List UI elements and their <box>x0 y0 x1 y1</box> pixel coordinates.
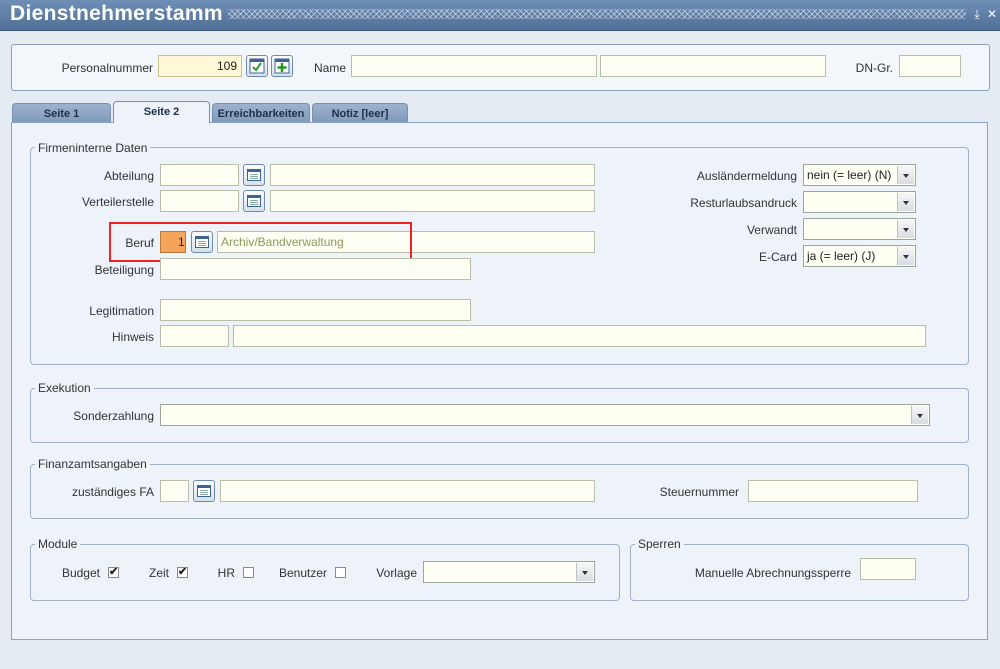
calendar-icon <box>247 169 261 181</box>
manuelle-abrechnungssperre-input[interactable] <box>860 558 916 580</box>
budget-label: Budget <box>61 566 100 580</box>
hr-label: HR <box>217 566 235 580</box>
auslaendermeldung-select[interactable]: nein (= leer) (N) <box>803 164 916 186</box>
personalnummer-input[interactable]: 109 <box>158 55 242 77</box>
title-bar-pattern <box>228 9 966 19</box>
name-first-input[interactable] <box>351 55 597 77</box>
ecard-select[interactable]: ja (= leer) (J) <box>803 245 916 267</box>
calendar-icon <box>197 485 211 497</box>
calendar-icon <box>247 195 261 207</box>
chevron-down-icon <box>576 563 593 581</box>
zeit-label: Zeit <box>148 566 169 580</box>
zustaendiges-fa-label: zuständiges FA <box>71 485 154 499</box>
chevron-down-icon <box>897 220 914 238</box>
window-title: Dienstnehmerstamm <box>10 2 223 25</box>
name-last-input[interactable] <box>600 55 826 77</box>
add-button[interactable] <box>271 55 293 77</box>
status-bar <box>0 652 1000 669</box>
sonderzahlung-label: Sonderzahlung <box>73 409 154 423</box>
group-exekution-title: Exekution <box>35 381 94 395</box>
legitimation-label: Legitimation <box>89 304 154 318</box>
verteilerstelle-lookup-button[interactable] <box>243 190 265 212</box>
highlight-box <box>109 222 412 262</box>
dn-gr-input[interactable] <box>899 55 961 77</box>
steuernummer-label: Steuernummer <box>659 485 739 499</box>
steuernummer-input[interactable] <box>748 480 918 502</box>
tab-notiz[interactable]: Notiz [leer] <box>312 103 408 123</box>
auslaendermeldung-value: nein (= leer) (N) <box>807 168 892 182</box>
hr-checkbox[interactable] <box>243 567 254 578</box>
fa-text-input[interactable] <box>220 480 595 502</box>
dn-gr-label: DN-Gr. <box>855 61 893 75</box>
tab-seite-1[interactable]: Seite 1 <box>12 103 111 123</box>
confirm-button[interactable] <box>246 55 268 77</box>
manuelle-abrechnungssperre-label: Manuelle Abrechnungssperre <box>694 566 851 580</box>
verwandt-label: Verwandt <box>746 223 797 237</box>
hinweis-code-input[interactable] <box>160 325 229 347</box>
vorlage-label: Vorlage <box>376 566 417 580</box>
benutzer-checkbox[interactable] <box>335 567 346 578</box>
chevron-down-icon <box>897 193 914 211</box>
vorlage-select[interactable] <box>423 561 595 583</box>
resturlaubsandruck-select[interactable] <box>803 191 916 213</box>
verteilerstelle-label: Verteilerstelle <box>81 195 154 209</box>
beteiligung-input[interactable] <box>160 258 471 280</box>
fa-code-input[interactable] <box>160 480 189 502</box>
verteilerstelle-code-input[interactable] <box>160 190 239 212</box>
budget-checkbox[interactable]: ✔ <box>108 567 119 578</box>
tab-erreichbarkeiten[interactable]: Erreichbarkeiten <box>212 103 310 123</box>
check-icon <box>249 58 265 74</box>
abteilung-lookup-button[interactable] <box>243 164 265 186</box>
hinweis-text-input[interactable] <box>233 325 926 347</box>
verteilerstelle-text-input[interactable] <box>270 190 595 212</box>
group-module-title: Module <box>35 537 81 551</box>
sonderzahlung-select[interactable] <box>160 404 930 426</box>
abteilung-label: Abteilung <box>103 169 154 183</box>
chevron-down-icon <box>897 247 914 265</box>
name-label: Name <box>313 61 346 75</box>
group-sperren-title: Sperren <box>635 537 684 551</box>
abteilung-text-input[interactable] <box>270 164 595 186</box>
ecard-value: ja (= leer) (J) <box>807 249 876 263</box>
fa-lookup-button[interactable] <box>193 480 215 502</box>
abteilung-code-input[interactable] <box>160 164 239 186</box>
group-firmeninterne-title: Firmeninterne Daten <box>35 141 151 155</box>
resturlaubsandruck-label: Resturlaubsandruck <box>690 196 797 210</box>
verwandt-select[interactable] <box>803 218 916 240</box>
chevron-down-icon <box>897 166 914 184</box>
zeit-checkbox[interactable]: ✔ <box>177 567 188 578</box>
personalnummer-label: Personalnummer <box>61 61 153 75</box>
minimize-icon[interactable]: ⤓ <box>970 6 984 22</box>
auslaendermeldung-label: Ausländermeldung <box>696 169 797 183</box>
ecard-label: E-Card <box>758 250 797 264</box>
tab-seite-2[interactable]: Seite 2 <box>113 101 210 123</box>
benutzer-label: Benutzer <box>278 566 327 580</box>
beteiligung-label: Beteiligung <box>94 263 154 277</box>
plus-icon <box>274 58 290 74</box>
close-icon[interactable]: ✕ <box>985 6 999 22</box>
legitimation-input[interactable] <box>160 299 471 321</box>
hinweis-label: Hinweis <box>111 330 154 344</box>
group-finanzamt-title: Finanzamtsangaben <box>35 457 150 471</box>
chevron-down-icon <box>911 406 928 424</box>
